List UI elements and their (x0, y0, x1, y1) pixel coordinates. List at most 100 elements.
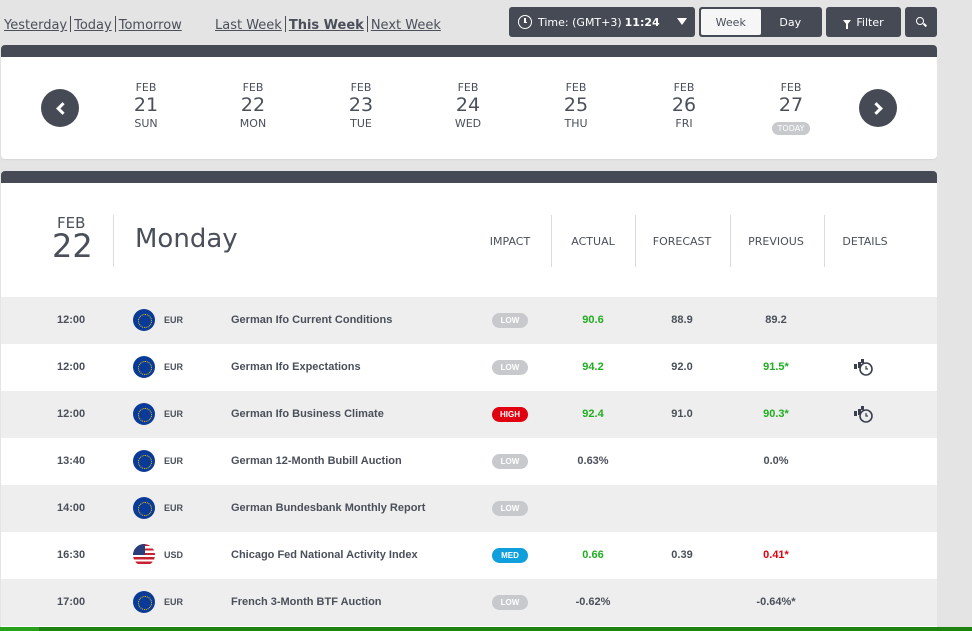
eu-flag-icon (133, 497, 155, 519)
actual-value: 0.66 (582, 549, 604, 561)
table-row[interactable]: 17:00 EUR French 3-Month BTF Auction LOW -0.… (1, 579, 937, 626)
column-header-details: DETAILS (842, 235, 888, 248)
event-time: 13:40 (57, 455, 86, 467)
table-row[interactable]: 14:00 EUR German Bundesbank Monthly Report… (1, 485, 937, 532)
day-number: 27 (778, 94, 804, 116)
tomorrow-link[interactable]: Tomorrow (119, 18, 182, 33)
eu-flag-icon (133, 450, 155, 472)
day-weekday: FRI (675, 117, 693, 130)
today-badge: TODAY (771, 122, 811, 135)
day-month: FEB (135, 81, 157, 94)
table-row[interactable]: 12:00 EUR German Ifo Expectations LOW 94.2 92… (1, 344, 937, 391)
column-header-previous: PREVIOUS (748, 235, 804, 248)
timezone-dropdown[interactable]: Time: (GMT+3) 11:24 (509, 7, 695, 37)
forecast-value: 88.9 (671, 314, 693, 326)
timezone-label: Time: (GMT+3) (538, 15, 622, 29)
week-day-27-today[interactable]: FEB 27 TODAY (761, 81, 821, 135)
day-number: 22 (240, 94, 266, 116)
week-view-button[interactable]: Week (701, 9, 761, 35)
event-name[interactable]: German Ifo Business Climate (231, 408, 384, 420)
actual-value: -0.62% (575, 596, 611, 608)
forecast-value: 91.0 (671, 408, 693, 420)
impact-badge: LOW (492, 454, 528, 469)
day-number: 21 (133, 94, 159, 116)
impact-badge: LOW (492, 360, 528, 375)
day-weekday: MON (239, 117, 267, 130)
event-time: 12:00 (57, 361, 86, 373)
week-day-25[interactable]: FEB 25 THU (546, 81, 606, 131)
day-month: FEB (565, 81, 587, 94)
week-day-26[interactable]: FEB 26 FRI (654, 81, 714, 131)
event-currency: EUR (164, 409, 184, 419)
previous-week-button[interactable] (41, 89, 79, 127)
previous-value: 89.2 (765, 314, 787, 326)
event-currency: EUR (164, 315, 184, 325)
day-navigation: Yesterday Today Tomorrow (4, 16, 182, 33)
week-day-22[interactable]: FEB 22 MON (223, 81, 283, 131)
event-name[interactable]: French 3-Month BTF Auction (231, 596, 382, 608)
event-currency: EUR (164, 503, 184, 513)
day-month: FEB (457, 81, 479, 94)
day-number: 23 (348, 94, 374, 116)
table-row[interactable]: 12:00 EUR German Ifo Business Climate HIGH 9… (1, 391, 937, 438)
event-name[interactable]: Chicago Fed National Activity Index (231, 549, 418, 561)
day-month: FEB (350, 81, 372, 94)
chevron-left-icon (55, 101, 69, 115)
table-row[interactable]: 16:30 USD Chicago Fed National Activity In… (1, 532, 937, 579)
divider (635, 215, 636, 267)
event-name[interactable]: German Ifo Expectations (231, 361, 361, 373)
event-currency: EUR (164, 597, 184, 607)
next-week-button[interactable] (859, 89, 897, 127)
day-number: 26 (671, 94, 697, 116)
day-number: 25 (563, 94, 589, 116)
current-time: 11:24 (624, 15, 660, 29)
event-currency: USD (164, 550, 184, 560)
day-header-weekday: Monday (135, 224, 238, 254)
event-time: 14:00 (57, 502, 86, 514)
yesterday-link[interactable]: Yesterday (4, 18, 67, 33)
table-row[interactable]: 12:00 EUR German Ifo Current Conditions LOW… (1, 297, 937, 344)
bottom-bar (0, 627, 972, 631)
filter-button[interactable]: Filter (826, 7, 901, 37)
event-time: 17:00 (57, 596, 86, 608)
last-week-link[interactable]: Last Week (215, 18, 282, 33)
clock-icon (518, 15, 532, 29)
day-weekday: SUN (134, 117, 158, 130)
event-name[interactable]: German 12-Month Bubill Auction (231, 455, 402, 467)
eu-flag-icon (133, 403, 155, 425)
week-strip: FEB 21 SUN FEB 22 MON FEB 23 TUE FEB 24 … (1, 45, 937, 159)
actual-value: 92.4 (582, 408, 604, 420)
divider (730, 215, 731, 267)
actual-value: 90.6 (582, 314, 604, 326)
day-view-button[interactable]: Day (761, 9, 821, 35)
actual-value: 94.2 (582, 361, 604, 373)
day-header-number: 22 (52, 227, 93, 265)
column-header-forecast: FORECAST (652, 235, 712, 248)
day-weekday: THU (564, 117, 588, 130)
top-navigation: Yesterday Today Tomorrow Last Week This Wee… (0, 0, 972, 45)
table-row[interactable]: 13:40 EUR German 12-Month Bubill Auction LO… (1, 438, 937, 485)
week-day-24[interactable]: FEB 24 WED (438, 81, 498, 131)
search-button[interactable] (905, 7, 937, 37)
week-day-23[interactable]: FEB 23 TUE (331, 81, 391, 131)
next-week-link[interactable]: Next Week (371, 18, 441, 33)
event-time: 16:30 (57, 549, 86, 561)
filter-label: Filter (856, 15, 884, 29)
details-stopwatch-icon[interactable] (852, 357, 876, 377)
funnel-icon (843, 19, 852, 29)
eu-flag-icon (133, 591, 155, 613)
week-day-21[interactable]: FEB 21 SUN (116, 81, 176, 131)
day-month: FEB (780, 81, 802, 94)
event-currency: EUR (164, 362, 184, 372)
details-stopwatch-icon[interactable] (852, 404, 876, 424)
eu-flag-icon (133, 309, 155, 331)
forecast-value: 0.39 (671, 549, 693, 561)
divider (70, 16, 72, 32)
today-link[interactable]: Today (74, 18, 112, 33)
event-name[interactable]: German Ifo Current Conditions (231, 314, 392, 326)
this-week-link[interactable]: This Week (289, 18, 364, 33)
bottom-bar-segment (0, 627, 39, 631)
day-number: 24 (455, 94, 481, 116)
day-header: FEB 22 Monday IMPACT ACTUAL FORECAST PRE… (1, 183, 937, 297)
event-name[interactable]: German Bundesbank Monthly Report (231, 502, 425, 514)
